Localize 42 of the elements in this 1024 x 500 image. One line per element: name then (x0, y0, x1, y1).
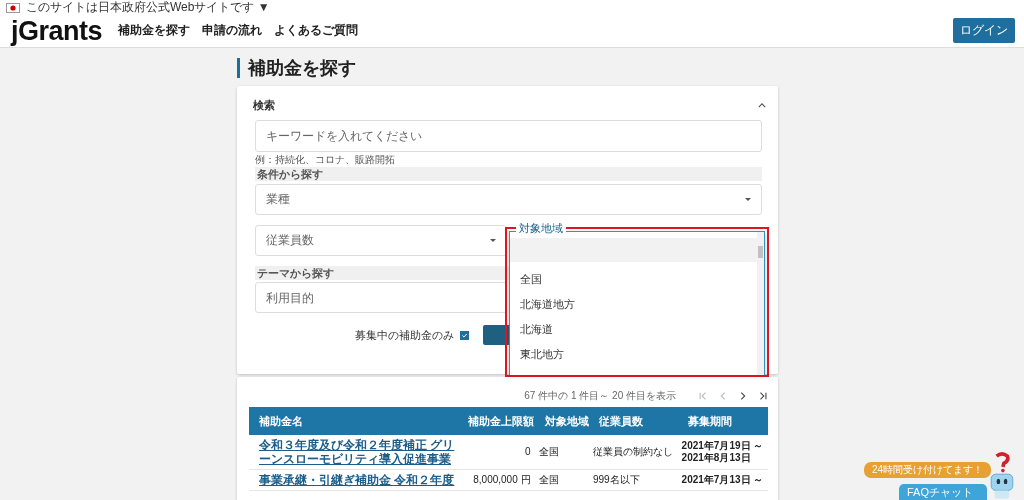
region-option[interactable]: 北海道 (510, 317, 757, 342)
period-text: 2021年7月19日 ～ (681, 440, 764, 452)
login-button[interactable]: ログイン (953, 18, 1015, 43)
open-only-checkbox[interactable] (460, 330, 469, 340)
column-header: 補助金上限額 (468, 407, 535, 435)
chat-bubble: 24時間受け付けてます！ (864, 462, 992, 478)
government-site-notice[interactable]: このサイトは日本政府公式Webサイトです ▼ (26, 1, 270, 14)
panel-title: 検索 (253, 97, 275, 113)
grant-link[interactable]: 令和３年度及び令和２年度補正 グリーンスローモビリティ導入促進事業 (259, 438, 464, 466)
region-option[interactable]: 北海道地方 (510, 292, 757, 317)
site-logo[interactable]: jGrants (11, 15, 103, 46)
period-text: 2021年8月13日 (681, 452, 752, 464)
grant-link[interactable]: 事業承継・引継ぎ補助金 令和２年度 (259, 473, 464, 487)
last-page-icon[interactable] (758, 391, 768, 401)
scrollbar[interactable] (757, 232, 764, 376)
employees-select[interactable]: 従業員数 (255, 225, 507, 256)
industry-select[interactable]: 業種 (255, 184, 762, 215)
keyword-field[interactable]: キーワードを入れてください (255, 120, 762, 152)
next-page-icon[interactable] (738, 391, 748, 401)
table-cell: 従業員の制約なし (588, 435, 678, 470)
table-cell: 8,000,000 円 (468, 469, 535, 491)
checkbox-label: 募集中の補助金のみ (355, 327, 454, 343)
period-text: 2021年7月13日 ～ (681, 474, 764, 486)
table-cell: 0 (468, 435, 535, 470)
chevron-icon[interactable] (758, 102, 766, 108)
region-option[interactable]: 東北地方 (510, 342, 757, 367)
column-header: 従業員数 (588, 407, 678, 435)
section-heading: 条件から探す (255, 167, 762, 181)
purpose-field[interactable]: 利用目的 (255, 282, 507, 313)
column-header: 募集期間 (677, 407, 768, 435)
result-count: 67 件中の 1 件目～ 20 件目を表示 (524, 389, 676, 403)
nav-link[interactable]: 補助金を探す (118, 22, 191, 39)
page-title: 補助金を探す (237, 58, 778, 78)
nav-link[interactable]: 申請の流れ (202, 22, 263, 39)
field-hint: 例：持続化、コロナ、販路開拓 (255, 154, 396, 166)
table-cell: 999名以下 (588, 469, 678, 491)
nav-link[interactable]: よくあるご質問 (274, 22, 359, 39)
column-header: 対象地域 (534, 407, 589, 435)
column-header: 補助金名 (249, 407, 468, 435)
table-cell: 全国 (534, 469, 589, 491)
table-cell: 全国 (534, 435, 589, 470)
region-label: 対象地域 (516, 222, 566, 235)
